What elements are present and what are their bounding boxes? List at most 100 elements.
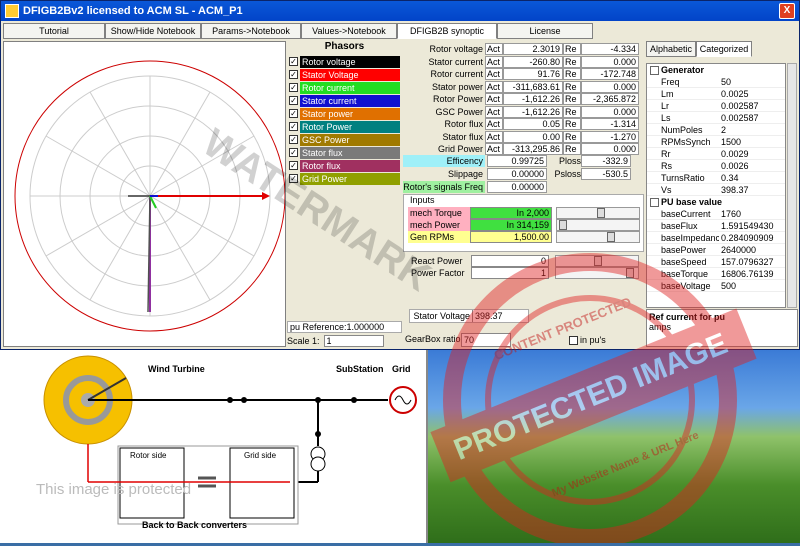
property-row[interactable]: Rr 0.0029 [647,148,785,160]
mech-power-input[interactable]: In 314,159 [470,219,552,231]
phasor-label: Stator power [300,107,400,120]
property-value[interactable]: 398.37 [719,184,785,195]
property-row[interactable]: baseCurrent 1760 [647,208,785,220]
property-row[interactable]: NumPoles 2 [647,124,785,136]
slider-thumb[interactable] [559,220,567,230]
slider-thumb[interactable] [607,232,615,242]
property-scrollbar[interactable] [787,63,797,308]
act-tag: Act [485,80,503,93]
property-row[interactable]: RPMsSynch 1500 [647,136,785,148]
property-row[interactable]: baseTorque 16806.76139 [647,268,785,280]
phasor-row[interactable]: ✓ Rotor Power [289,120,400,133]
re-value: -172.748 [581,68,639,80]
phasor-checkbox[interactable]: ✓ [289,96,298,105]
property-value[interactable]: 0.34 [719,172,785,183]
tab-alphabetic[interactable]: Alphabetic [646,41,696,57]
scale-row: Scale 1: 1 [287,334,402,347]
property-row[interactable]: baseFlux 1.591549430 [647,220,785,232]
gen-rpm-slider[interactable] [556,231,640,243]
mech-torque-input[interactable]: In 2,000 [470,207,552,219]
property-value[interactable]: 157.0796327 [719,256,785,267]
property-value[interactable]: 0.284090909 [719,232,785,243]
tab-params-notebook[interactable]: Params->Notebook [201,23,301,39]
property-row[interactable]: baseSpeed 157.0796327 [647,256,785,268]
power-factor-input[interactable]: 1 [471,267,549,279]
property-value[interactable]: 1500 [719,136,785,147]
phasor-checkbox[interactable]: ✓ [289,83,298,92]
gen-rpm-input[interactable]: 1,500.00 [470,231,552,243]
tab-tutorial[interactable]: Tutorial [3,23,105,39]
property-row[interactable]: Rs 0.0026 [647,160,785,172]
phasor-checkbox[interactable]: ✓ [289,122,298,131]
property-row[interactable]: baseVoltage 500 [647,280,785,292]
gearbox-row: GearBox ratio 70 in pu's [403,333,644,347]
react-power-slider[interactable] [555,255,639,267]
property-row[interactable]: TurnsRatio 0.34 [647,172,785,184]
phasor-label: Grid Power [300,172,400,185]
phasor-row[interactable]: ✓ Stator current [289,94,400,107]
property-value[interactable]: 50 [719,76,785,87]
property-row[interactable]: basePower 2640000 [647,244,785,256]
phasor-checkbox[interactable]: ✓ [289,57,298,66]
phasor-row[interactable]: ✓ Rotor current [289,81,400,94]
property-row[interactable]: Ls 0.002587 [647,112,785,124]
close-button[interactable]: X [779,3,795,19]
phasor-row[interactable]: ✓ Stator flux [289,146,400,159]
tab-show-hide-notebook[interactable]: Show/Hide Notebook [105,23,201,39]
gen-rpm-row: Gen RPMs 1,500.00 [408,231,552,243]
tab-license[interactable]: License [497,23,593,39]
phasor-row[interactable]: ✓ Stator power [289,107,400,120]
property-value[interactable]: 2640000 [719,244,785,255]
property-value[interactable]: 0.0026 [719,160,785,171]
property-row[interactable]: Lm 0.0025 [647,88,785,100]
phasor-checkbox[interactable]: ✓ [289,70,298,79]
phasor-row[interactable]: ✓ Stator Voltage [289,68,400,81]
tab-categorized[interactable]: Categorized [696,41,752,57]
property-value[interactable]: 0.002587 [719,100,785,111]
slider-thumb[interactable] [594,256,602,266]
scale-input[interactable]: 1 [323,334,384,347]
mech-torque-slider[interactable] [556,207,640,219]
power-factor-slider[interactable] [555,267,639,279]
phasor-row[interactable]: ✓ Rotor flux [289,159,400,172]
property-row[interactable]: Freq 50 [647,76,785,88]
property-value[interactable]: 1760 [719,208,785,219]
phasor-checkbox[interactable]: ✓ [289,161,298,170]
slider-thumb[interactable] [597,208,605,218]
stator-voltage-area: Stator Voltage 398.37 GearBox ratio 70 i… [403,307,644,347]
tab-synoptic[interactable]: DFIGB2B synoptic [397,23,497,39]
property-value[interactable]: 16806.76139 [719,268,785,279]
property-value[interactable]: 0.002587 [719,112,785,123]
phasor-checkbox[interactable]: ✓ [289,109,298,118]
slider-thumb[interactable] [626,268,634,278]
value-label: Stator power [431,81,483,92]
property-key: TurnsRatio [661,173,705,183]
in-pus-checkbox[interactable] [569,335,578,345]
mech-power-slider[interactable] [556,219,640,231]
property-value[interactable]: 1.591549430 [719,220,785,231]
phasor-row[interactable]: ✓ Rotor voltage [289,55,400,68]
slippage-value: 0.00000 [487,168,547,180]
property-value[interactable]: 0.0025 [719,88,785,99]
phasor-row[interactable]: ✓ GSC Power [289,133,400,146]
property-key: basePower [661,245,707,255]
title-bar[interactable]: DFIGB2Bv2 licensed to ACM SL - ACM_P1 X [1,1,799,21]
property-group[interactable]: Generator [647,64,785,76]
property-row[interactable]: baseImpedance 0.284090909 [647,232,785,244]
property-group[interactable]: PU base value [647,196,785,208]
property-value[interactable]: 2 [719,124,785,135]
in-pus-checkbox-wrap[interactable]: in pu's [569,333,606,347]
phasor-checkbox[interactable]: ✓ [289,135,298,144]
phasor-checkbox[interactable]: ✓ [289,174,298,183]
tab-values-notebook[interactable]: Values->Notebook [301,23,397,39]
gearbox-input[interactable]: 70 [461,333,511,347]
phasor-checkbox[interactable]: ✓ [289,148,298,157]
ploss-label: Ploss [558,156,581,166]
property-tabs: Alphabetic Categorized [646,41,798,57]
react-power-input[interactable]: 0 [471,255,549,267]
property-row[interactable]: Lr 0.002587 [647,100,785,112]
property-value[interactable]: 500 [719,280,785,291]
phasor-row[interactable]: ✓ Grid Power [289,172,400,185]
property-value[interactable]: 0.0029 [719,148,785,159]
property-row[interactable]: Vs 398.37 [647,184,785,196]
